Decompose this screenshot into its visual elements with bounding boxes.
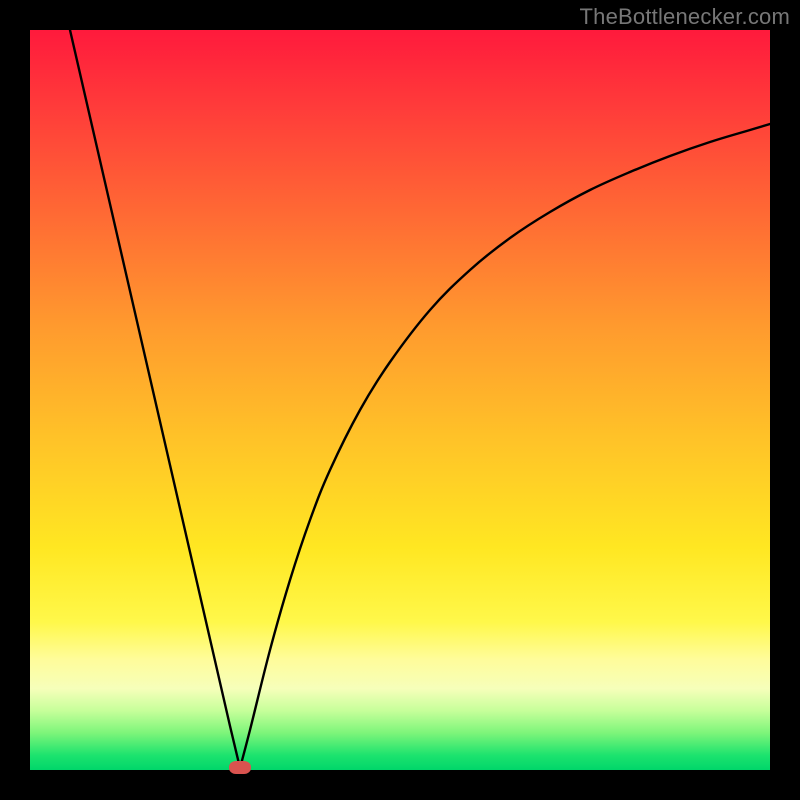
chart-plot-area — [30, 30, 770, 770]
watermark-text: TheBottleneсker.com — [580, 4, 790, 30]
chart-frame: TheBottleneсker.com — [0, 0, 800, 800]
chart-curve — [30, 30, 770, 770]
chart-minimum-marker — [229, 761, 251, 774]
